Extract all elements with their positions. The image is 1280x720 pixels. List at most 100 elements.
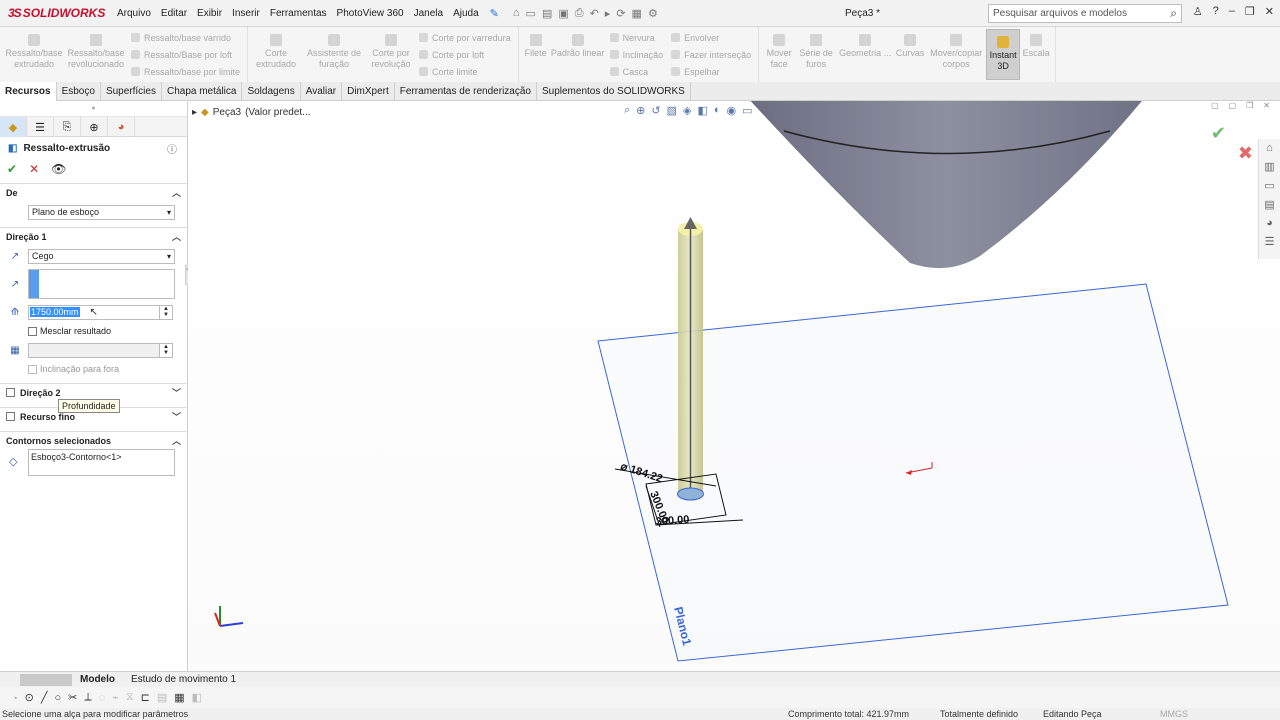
print-icon[interactable]: ⎙ bbox=[575, 7, 584, 20]
viewport-new-icon[interactable]: ▢ bbox=[1229, 101, 1237, 110]
user-icon[interactable]: ♙ bbox=[1193, 5, 1203, 18]
chevron-up-icon[interactable]: ︿ bbox=[172, 230, 181, 243]
chevron-up-icon[interactable]: ︿ bbox=[172, 186, 181, 199]
home-icon[interactable]: ⌂ bbox=[513, 7, 520, 19]
chevron-down-icon[interactable]: ﹀ bbox=[172, 386, 181, 399]
tab-avaliar[interactable]: Avaliar bbox=[301, 81, 343, 101]
design-library-icon[interactable]: ▥ bbox=[1264, 160, 1274, 173]
new-doc-icon[interactable]: ▭ bbox=[526, 7, 536, 20]
zoom-area-icon[interactable]: ⊕ bbox=[636, 104, 645, 117]
relations-icon[interactable]: ⊏ bbox=[141, 691, 150, 704]
mirror-button[interactable]: Espelhar bbox=[671, 65, 751, 79]
rebuild-icon[interactable]: ⟳ bbox=[616, 7, 625, 20]
options-gear-icon[interactable]: ⚙ bbox=[648, 7, 658, 20]
tab-soldagens[interactable]: Soldagens bbox=[242, 81, 301, 101]
hole-wizard-button[interactable]: Assistente de furação bbox=[301, 27, 367, 82]
hole-series-button[interactable]: Série de furos bbox=[796, 27, 836, 82]
menu-ajuda[interactable]: Ajuda bbox=[448, 8, 484, 19]
from-select[interactable]: Plano de esboço ▾ bbox=[28, 204, 175, 220]
ref-geometry-button[interactable]: Geometria ... bbox=[836, 27, 894, 82]
breadcrumb-config[interactable]: (Valor predet... bbox=[245, 107, 310, 118]
help-circle-icon[interactable]: ⓘ bbox=[167, 141, 177, 156]
expand-arrow-icon[interactable]: ▸ bbox=[192, 107, 197, 118]
intersect-button[interactable]: Fazer interseção bbox=[671, 48, 751, 62]
file-properties-icon[interactable]: ▦ bbox=[632, 7, 642, 20]
depth-input[interactable]: 1750.00mm ↖ bbox=[28, 304, 160, 320]
select-icon[interactable]: ▸ bbox=[605, 7, 611, 20]
appearance-icon[interactable]: ◉ bbox=[727, 104, 737, 117]
menu-inserir[interactable]: Inserir bbox=[227, 8, 265, 19]
rib-button[interactable]: Nervura bbox=[609, 31, 664, 45]
direction2-checkbox[interactable] bbox=[6, 388, 15, 397]
open-icon[interactable]: ▤ bbox=[542, 7, 552, 20]
preview-eye-icon[interactable]: 👁 bbox=[51, 162, 66, 176]
status-units[interactable]: MMGS bbox=[1160, 709, 1188, 719]
view-palette-icon[interactable]: ▤ bbox=[1264, 198, 1274, 211]
undo-icon[interactable]: ↶ bbox=[590, 7, 599, 20]
chevron-up-icon[interactable]: ︿ bbox=[172, 434, 181, 447]
curves-button[interactable]: Curvas bbox=[894, 27, 926, 82]
move-face-button[interactable]: Mover face bbox=[762, 27, 796, 82]
tab-chapa-metalica[interactable]: Chapa metálica bbox=[162, 81, 243, 101]
end-condition-select[interactable]: Cego ▾ bbox=[28, 248, 175, 264]
confirm-ok-check-icon[interactable]: ✔ bbox=[1211, 123, 1226, 144]
section-view-icon[interactable]: ▧ bbox=[667, 104, 677, 117]
display-manager-tab-icon[interactable]: ◕ bbox=[108, 117, 135, 137]
display-style-icon[interactable]: ◧ bbox=[697, 104, 707, 117]
propertymanager-tab-icon[interactable]: ☰ bbox=[27, 117, 54, 137]
draft-button[interactable]: Inclinação bbox=[609, 48, 663, 62]
viewport-restore-icon[interactable]: ❐ bbox=[1246, 101, 1253, 110]
file-explorer-icon[interactable]: ▭ bbox=[1264, 179, 1274, 192]
graphics-area[interactable]: ⌀ 184.22 300.00 300.00 Plano1 ▸ ◆ Peça3 … bbox=[188, 101, 1280, 671]
trim-icon[interactable]: ✂ bbox=[68, 691, 77, 704]
extrude-boss-button[interactable]: Ressalto/base extrudado bbox=[3, 27, 65, 82]
tab-addins[interactable]: Suplementos do SOLIDWORKS bbox=[537, 81, 691, 101]
tab-scroll-arrows[interactable] bbox=[20, 673, 72, 686]
fillet-button[interactable]: Filete bbox=[522, 27, 550, 82]
point-icon[interactable]: · bbox=[14, 692, 18, 704]
thin-feature-checkbox[interactable] bbox=[6, 412, 15, 421]
move-copy-bodies-button[interactable]: Mover/copiar corpos bbox=[926, 27, 986, 82]
grid-icon[interactable]: ▦ bbox=[174, 691, 184, 704]
swept-cut-button[interactable]: Corte por varredura bbox=[419, 31, 511, 45]
custom-properties-icon[interactable]: ☰ bbox=[1265, 235, 1275, 248]
shell-button[interactable]: Casca bbox=[609, 65, 664, 79]
menu-photoview[interactable]: PhotoView 360 bbox=[332, 8, 409, 19]
restore-icon[interactable]: ❐ bbox=[1245, 5, 1255, 18]
pin-menu-icon[interactable]: ✎ bbox=[490, 7, 499, 20]
selected-contours-list[interactable]: Esboço3-Contorno<1> bbox=[28, 449, 175, 476]
view-orientation-icon[interactable]: ◈ bbox=[683, 104, 691, 117]
previous-view-icon[interactable]: ↺ bbox=[651, 104, 660, 117]
circle-outline-icon[interactable]: ○ bbox=[55, 692, 62, 704]
menu-arquivo[interactable]: Arquivo bbox=[112, 8, 156, 19]
line-icon[interactable]: ╱ bbox=[41, 691, 48, 704]
close-icon[interactable]: ✕ bbox=[1265, 5, 1274, 18]
linear-pattern-button[interactable]: Padrão linear bbox=[550, 27, 606, 82]
dimension-bottom[interactable]: 300.00 bbox=[655, 514, 689, 528]
instant3d-button[interactable]: Instant 3D bbox=[986, 29, 1021, 80]
revolve-boss-button[interactable]: Ressalto/base revolucionado bbox=[65, 27, 127, 82]
scene-icon[interactable]: ▭ bbox=[742, 104, 752, 117]
hide-show-icon[interactable]: ◐ bbox=[714, 104, 721, 117]
breadcrumb[interactable]: ▸ ◆ Peça3 (Valor predet... bbox=[192, 107, 311, 118]
section-from[interactable]: De ︿ bbox=[0, 183, 187, 201]
depth-spinner[interactable]: ▲ ▼ bbox=[160, 304, 173, 320]
wrap-button[interactable]: Envolver bbox=[671, 31, 751, 45]
boundary-cut-button[interactable]: Corte limite bbox=[419, 65, 511, 79]
configuration-tab-icon[interactable]: ⎘ bbox=[54, 117, 81, 137]
tab-render-tools[interactable]: Ferramentas de renderização bbox=[395, 81, 537, 101]
save-icon[interactable]: ▣ bbox=[558, 7, 568, 20]
lofted-cut-button[interactable]: Corte por loft bbox=[419, 48, 511, 62]
menu-janela[interactable]: Janela bbox=[409, 8, 448, 19]
featuremanager-tab-icon[interactable]: ◆ bbox=[0, 117, 27, 137]
extruded-cut-button[interactable]: Corte extrudado bbox=[251, 27, 301, 82]
search-icon[interactable]: ⌕ bbox=[1170, 6, 1177, 21]
tab-recursos[interactable]: Recursos bbox=[0, 81, 57, 101]
menu-editar[interactable]: Editar bbox=[156, 8, 192, 19]
ok-check-icon[interactable]: ✔ bbox=[7, 162, 17, 176]
cancel-x-icon[interactable]: ✕ bbox=[29, 162, 39, 176]
direction-selection-box[interactable] bbox=[28, 269, 175, 299]
draft-angle-icon[interactable]: ▦ bbox=[6, 341, 24, 359]
swept-boss-button[interactable]: Ressalto/base varrido bbox=[131, 31, 240, 45]
extrude-preview-cylinder[interactable] bbox=[677, 217, 704, 501]
